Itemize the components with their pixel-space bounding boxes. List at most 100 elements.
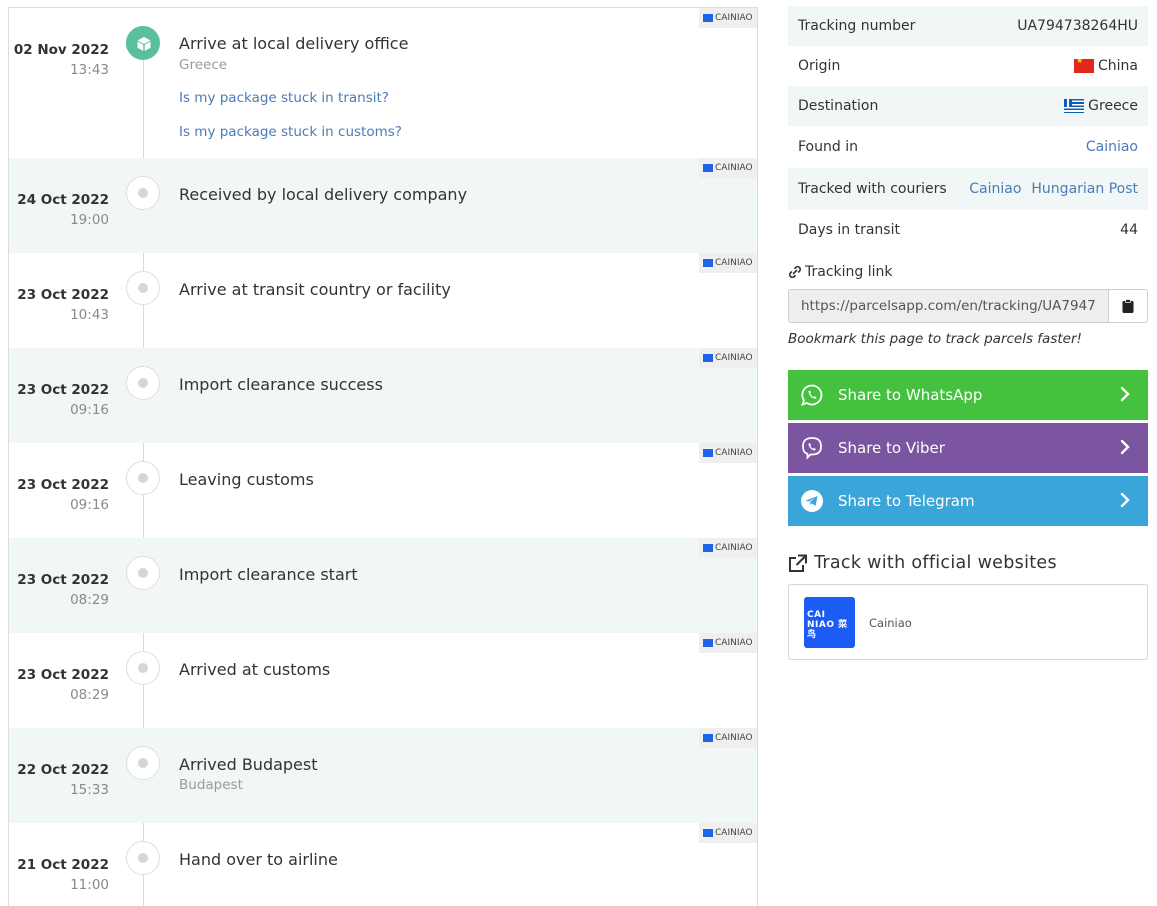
destination-value: Greece [1088,98,1138,114]
event-dot [126,556,160,590]
tracking-number-row: Tracking number UA794738264HU [788,6,1148,46]
greece-flag-icon [1064,99,1085,113]
bookmark-hint: Bookmark this page to track parcels fast… [788,331,1082,347]
days-in-transit-value: 44 [1120,222,1138,238]
tracking-timeline: CAINIAO 02 Nov 2022 13:43 Arrive at loca… [8,7,758,906]
couriers-row: Tracked with couriers Cainiao Hungarian … [788,168,1148,210]
origin-value: China [1098,58,1138,74]
courier-badge: CAINIAO [699,538,757,558]
event-dot [126,746,160,780]
courier-badge: CAINIAO [699,253,757,273]
event-title: Import clearance success [179,375,383,394]
official-courier-link[interactable]: Cainiao [869,616,912,630]
origin-label: Origin [798,58,841,74]
event-time: 11:00 [70,877,109,893]
event-dot [126,176,160,210]
official-websites-title: Track with official websites [788,553,1057,573]
whatsapp-icon [800,383,824,407]
courier-badge: CAINIAO [699,728,757,748]
tracking-link-box [788,289,1148,323]
official-websites-box: CAI NIAO 菜鸟 Cainiao [788,584,1148,660]
courier-badge: CAINIAO [699,443,757,463]
timeline-event: CAINIAO 23 Oct 2022 10:43 Arrive at tran… [9,253,757,348]
event-dot [126,651,160,685]
event-date: 23 Oct 2022 [17,477,109,493]
event-date: 23 Oct 2022 [17,382,109,398]
found-in-label: Found in [798,139,858,155]
event-time: 13:43 [70,62,109,78]
event-location: Budapest [179,777,243,793]
cainiao-icon [703,14,713,22]
event-time: 19:00 [70,212,109,228]
event-dot [126,841,160,875]
event-title: Arrive at local delivery office [179,34,409,53]
event-date: 24 Oct 2022 [17,192,109,208]
chevron-right-icon [1120,439,1130,455]
found-in-row: Found in Cainiao [788,127,1148,167]
event-date: 21 Oct 2022 [17,857,109,873]
tracking-link-label: Tracking link [788,264,893,280]
courier-badge: CAINIAO [699,158,757,178]
copy-link-button[interactable] [1109,290,1147,322]
tracking-number-value: UA794738264HU [1017,18,1138,34]
timeline-event: CAINIAO 23 Oct 2022 08:29 Import clearan… [9,538,757,633]
event-title: Leaving customs [179,470,314,489]
chevron-right-icon [1120,386,1130,402]
origin-row: Origin China [788,46,1148,86]
share-viber-button[interactable]: Share to Viber [788,423,1148,473]
share-telegram-button[interactable]: Share to Telegram [788,476,1148,526]
viber-icon [800,436,824,460]
courier-badge: CAINIAO [699,348,757,368]
destination-label: Destination [798,98,879,114]
event-title: Arrive at transit country or facility [179,280,451,299]
event-dot [126,366,160,400]
event-date: 23 Oct 2022 [17,667,109,683]
event-time: 08:29 [70,687,109,703]
stuck-in-customs-link[interactable]: Is my package stuck in customs? [179,124,402,140]
tracking-link-input[interactable] [789,290,1109,322]
china-flag-icon [1074,59,1094,73]
cainiao-icon [703,829,713,837]
event-date: 23 Oct 2022 [17,287,109,303]
event-date: 02 Nov 2022 [13,42,109,58]
event-date: 22 Oct 2022 [17,762,109,778]
stuck-in-transit-link[interactable]: Is my package stuck in transit? [179,90,389,106]
package-box-icon [137,37,151,51]
courier-badge: CAINIAO [699,8,757,28]
event-date: 23 Oct 2022 [17,572,109,588]
courier-badge: CAINIAO [699,823,757,843]
event-title: Arrived at customs [179,660,331,679]
link-icon [788,265,802,279]
event-location: Greece [179,57,228,73]
cainiao-icon [703,164,713,172]
cainiao-icon [703,259,713,267]
event-time: 15:33 [70,782,109,798]
found-in-link[interactable]: Cainiao [1086,139,1138,155]
event-title: Received by local delivery company [179,185,468,204]
cainiao-icon [703,354,713,362]
event-time: 09:16 [70,497,109,513]
cainiao-icon [703,734,713,742]
timeline-event: CAINIAO 21 Oct 2022 11:00 Hand over to a… [9,823,757,906]
timeline-event: CAINIAO 02 Nov 2022 13:43 Arrive at loca… [9,8,757,158]
timeline-event: CAINIAO 24 Oct 2022 19:00 Received by lo… [9,158,757,253]
event-dot [126,271,160,305]
courier-link-cainiao[interactable]: Cainiao [969,181,1021,197]
event-title: Hand over to airline [179,850,338,869]
chevron-right-icon [1120,492,1130,508]
courier-badge: CAINIAO [699,633,757,653]
share-whatsapp-button[interactable]: Share to WhatsApp [788,370,1148,420]
timeline-event: CAINIAO 22 Oct 2022 15:33 Arrived Budape… [9,728,757,823]
tracking-number-label: Tracking number [798,18,916,34]
event-title: Import clearance start [179,565,358,584]
event-time: 10:43 [70,307,109,323]
cainiao-logo[interactable]: CAI NIAO 菜鸟 [804,597,855,648]
event-title: Arrived Budapest [179,755,318,774]
couriers-label: Tracked with couriers [798,181,947,197]
destination-row: Destination Greece [788,86,1148,126]
courier-link-hungarian-post[interactable]: Hungarian Post [1031,181,1138,197]
days-in-transit-label: Days in transit [798,222,900,238]
clipboard-icon [1122,299,1134,313]
cainiao-icon [703,639,713,647]
timeline-event: CAINIAO 23 Oct 2022 09:16 Leaving custom… [9,443,757,538]
